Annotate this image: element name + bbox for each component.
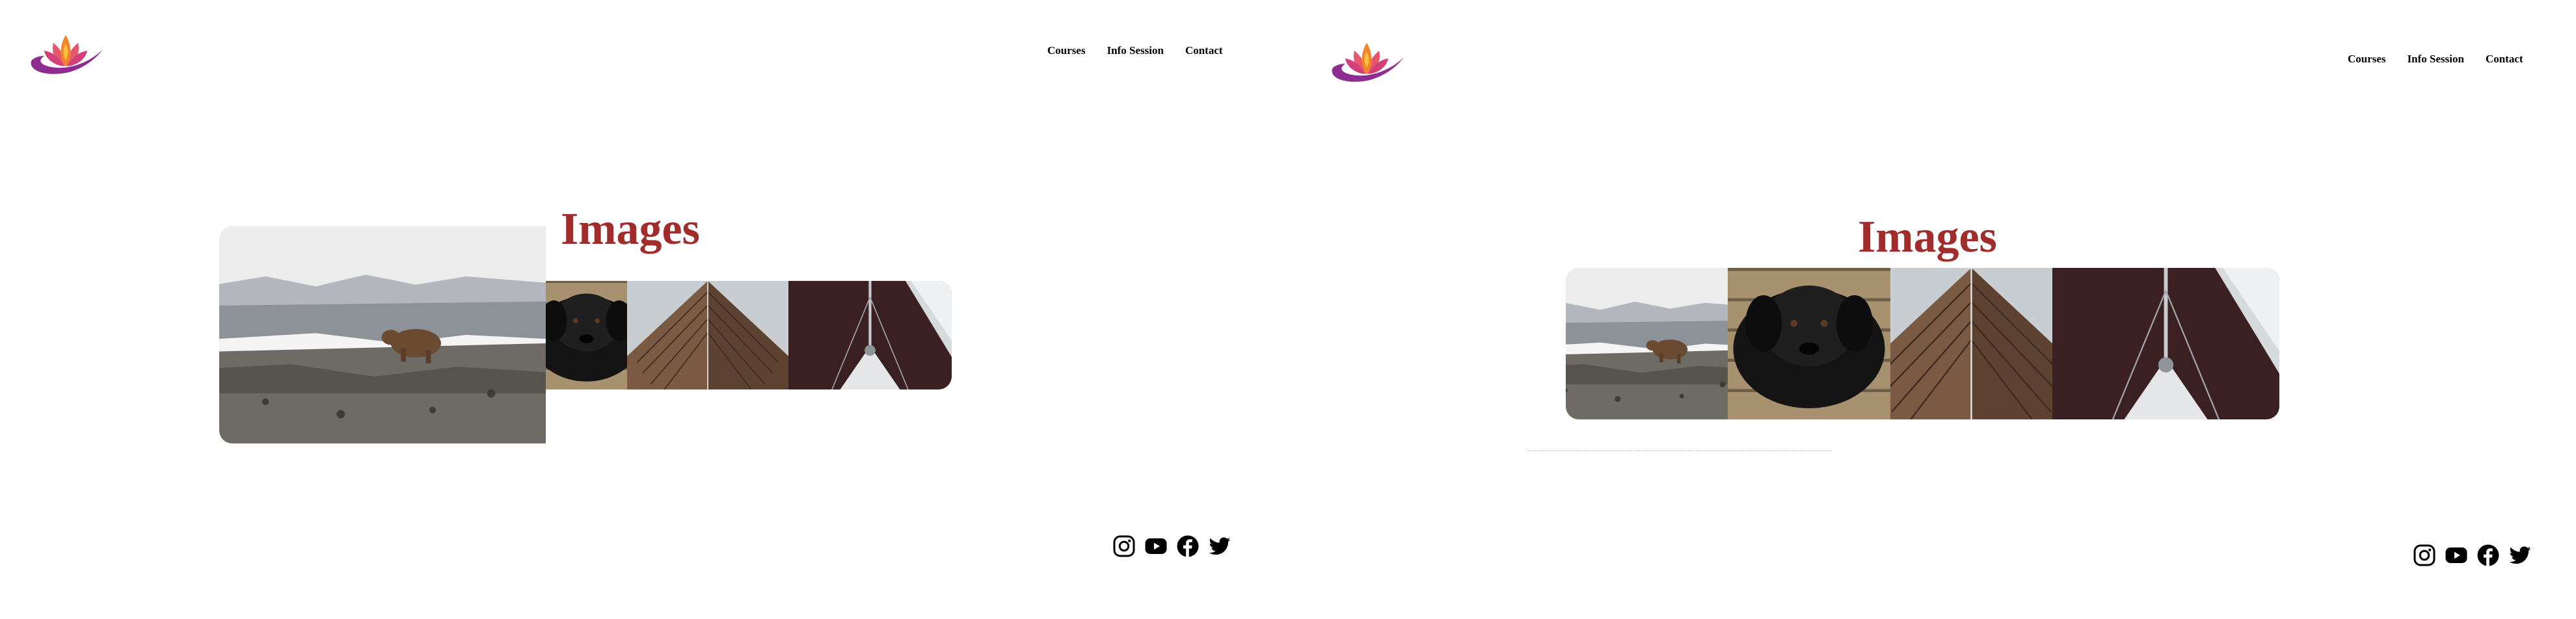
instagram-icon[interactable] (2413, 544, 2436, 567)
facebook-icon[interactable] (2476, 544, 2500, 567)
facebook-icon[interactable] (1176, 534, 1200, 558)
main-nav: Courses Info Session Contact (1047, 44, 1223, 57)
gallery-heading: Images (561, 204, 700, 254)
nav-info-session[interactable]: Info Session (2408, 53, 2464, 66)
instagram-icon[interactable] (1112, 534, 1136, 558)
youtube-icon[interactable] (1144, 534, 1168, 558)
main-nav: Courses Info Session Contact (2348, 53, 2523, 66)
youtube-icon[interactable] (2445, 544, 2468, 567)
social-links (2413, 544, 2532, 567)
nav-info-session[interactable]: Info Session (1107, 44, 1164, 57)
panel-right: Courses Info Session Contact Images (1288, 0, 2576, 619)
nav-courses[interactable]: Courses (1047, 44, 1086, 57)
nav-contact[interactable]: Contact (2486, 53, 2523, 66)
social-links (1112, 534, 1231, 558)
gallery-heading: Images (1858, 212, 1997, 262)
twitter-icon[interactable] (2508, 544, 2532, 567)
gallery-image-bear[interactable] (219, 226, 546, 443)
gallery-image-bear[interactable] (1566, 268, 1728, 419)
gallery-image-building[interactable] (627, 281, 788, 389)
gallery-image-dog[interactable] (1728, 268, 1890, 419)
gallery-image-dog[interactable] (546, 281, 627, 389)
nav-contact[interactable]: Contact (1185, 44, 1223, 57)
twitter-icon[interactable] (1208, 534, 1231, 558)
lotus-logo[interactable] (26, 30, 105, 78)
gallery-image-sailboat[interactable] (2052, 268, 2279, 419)
panel-left: Courses Info Session Contact Images (0, 0, 1288, 619)
gallery-image-building[interactable] (1890, 268, 2052, 419)
gallery-image-sailboat[interactable] (788, 281, 952, 389)
nav-courses[interactable]: Courses (2348, 53, 2386, 66)
section-divider (1527, 450, 1832, 451)
lotus-logo[interactable] (1327, 38, 1406, 86)
